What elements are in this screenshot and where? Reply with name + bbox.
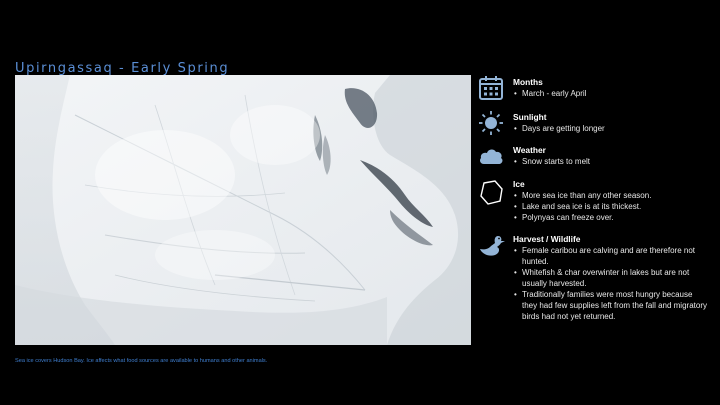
section-heading: Sunlight <box>513 112 547 122</box>
sun-icon <box>478 110 508 140</box>
sea-ice-photo <box>15 75 471 345</box>
section-heading: Weather <box>513 145 546 155</box>
list-item: Days are getting longer <box>513 123 708 134</box>
list-item: March - early April <box>513 88 708 99</box>
list-item: Lake and sea ice is at its thickest. <box>513 201 708 212</box>
list-item: Snow starts to melt <box>513 156 708 167</box>
section-heading: Harvest / Wildlife <box>513 234 581 244</box>
calendar-icon <box>478 75 508 105</box>
duck-icon <box>478 232 508 262</box>
list-item: Polynyas can freeze over. <box>513 212 708 223</box>
list-item: Female caribou are calving and are there… <box>513 245 708 267</box>
list-item: Traditionally families were most hungry … <box>513 289 708 322</box>
section-heading: Ice <box>513 179 525 189</box>
list-item: More sea ice than any other season. <box>513 190 708 201</box>
list-item: Whitefish & char overwinter in lakes but… <box>513 267 708 289</box>
section-heading: Months <box>513 77 543 87</box>
page-title: Upirngassaq - Early Spring <box>15 61 230 76</box>
cloud-icon <box>478 143 508 173</box>
photo-caption: Sea ice covers Hudson Bay. Ice affects w… <box>15 358 268 364</box>
ice-icon <box>478 179 508 209</box>
